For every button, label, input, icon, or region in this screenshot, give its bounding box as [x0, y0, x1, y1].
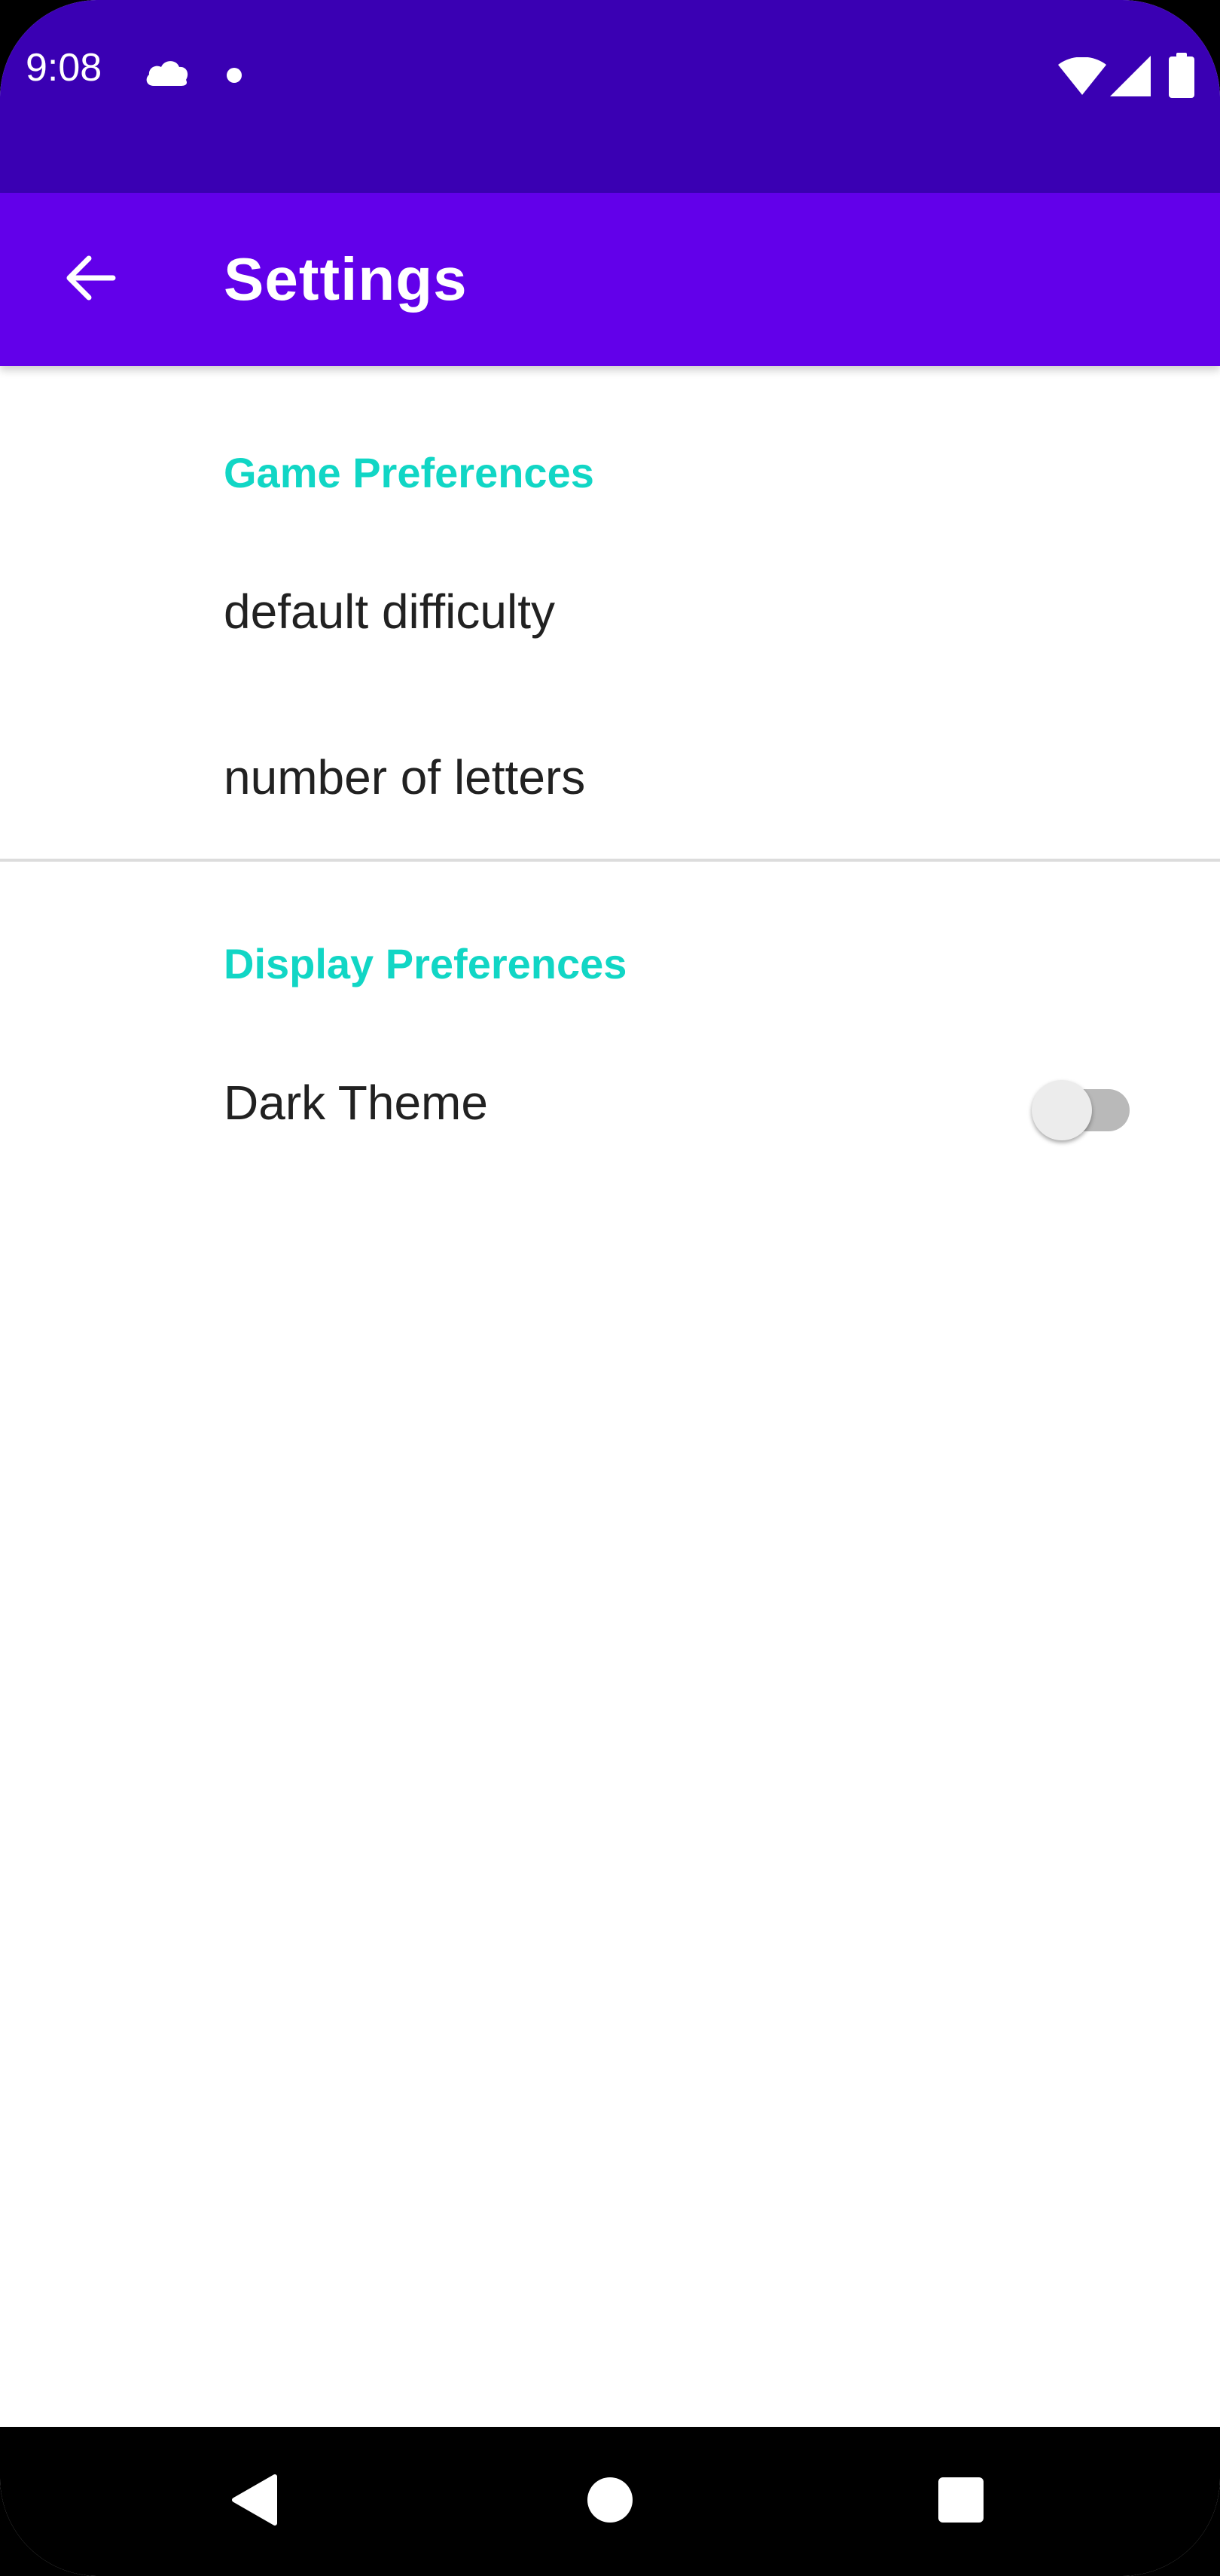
- app-bar: Settings: [0, 193, 1220, 366]
- device-screen: 9:08 Settings Game Preferences default d…: [0, 0, 1220, 2576]
- home-circle-icon: [586, 2476, 634, 2528]
- dark-theme-toggle[interactable]: [1032, 1074, 1137, 1140]
- nav-home-button[interactable]: [535, 2427, 685, 2576]
- wifi-icon: [1058, 56, 1106, 99]
- recents-square-icon: [937, 2476, 985, 2528]
- nav-back-button[interactable]: [179, 2427, 330, 2576]
- pref-item-default-difficulty[interactable]: default difficulty: [0, 529, 1220, 694]
- navigation-bar: [0, 2427, 1220, 2576]
- pref-label: Dark Theme: [224, 1076, 488, 1130]
- category-title-game-preferences: Game Preferences: [224, 449, 594, 496]
- arrow-left-icon: [63, 251, 117, 309]
- category-title-display-preferences: Display Preferences: [224, 940, 627, 987]
- section-divider: [0, 859, 1220, 862]
- battery-icon: [1169, 53, 1194, 102]
- back-triangle-icon: [231, 2474, 278, 2530]
- toggle-thumb: [1032, 1080, 1092, 1140]
- cloud-icon: [143, 57, 190, 91]
- cellular-signal-icon: [1110, 56, 1151, 100]
- pref-label: number of letters: [224, 750, 586, 804]
- pref-label: default difficulty: [224, 584, 555, 639]
- back-button[interactable]: [38, 227, 143, 332]
- status-time: 9:08: [26, 46, 102, 90]
- notification-dot-icon: [226, 67, 242, 87]
- page-title: Settings: [224, 246, 468, 313]
- status-bar: 9:08: [0, 0, 1220, 193]
- nav-recents-button[interactable]: [886, 2427, 1036, 2576]
- pref-item-number-of-letters[interactable]: number of letters: [0, 694, 1220, 860]
- pref-item-dark-theme[interactable]: Dark Theme: [0, 1020, 1220, 1186]
